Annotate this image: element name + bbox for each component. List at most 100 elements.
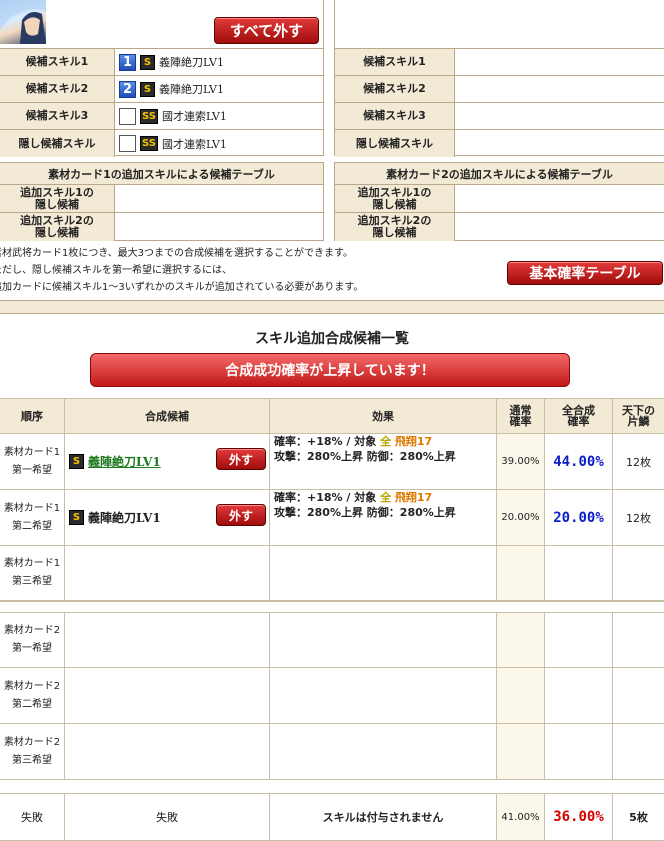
row-normal-rate [497, 668, 545, 723]
fail-normal-rate: 41.00% [497, 794, 545, 840]
row-cards [613, 668, 664, 723]
select-checkbox[interactable] [119, 107, 136, 125]
row-order: 素材カード2 第一希望 [0, 613, 65, 667]
row-normal-rate: 20.00% [497, 490, 545, 545]
row-cards [613, 613, 664, 667]
row-total-rate [545, 724, 613, 779]
total-rate-value: 44.00% [553, 453, 604, 470]
row-candidate [65, 546, 270, 600]
row-total-rate: 20.00% [545, 490, 613, 545]
hidden-candidate-slot[interactable]: SS 國才連索LV1 [115, 130, 323, 157]
note-line: 追加カードに候補スキル1～3いずれかのスキルが追加されている必要があります。 [0, 282, 364, 293]
fail-order: 失敗 [0, 794, 65, 840]
target-all: 全 [380, 435, 392, 448]
candidate-slot-3[interactable] [455, 103, 664, 130]
row-cards [613, 724, 664, 779]
row-order: 素材カード1 第一希望 [0, 434, 65, 489]
skill-name: 義陣絶刀LV1 [159, 83, 224, 96]
target-all: 全 [380, 491, 392, 504]
fail-total-rate: 36.00% [545, 794, 613, 840]
fail-candidate: 失敗 [65, 794, 270, 840]
hidden-label: 追加スキル2の 隠し候補 [0, 213, 115, 241]
row-cards: 12枚 [626, 511, 651, 525]
effect-line: 確率：+18% / 対象 全 飛翔17 [274, 490, 432, 505]
candidate-label: 候補スキル2 [0, 76, 115, 103]
effect-text: 確率：+18% / 対象 [274, 491, 381, 504]
hidden-slot[interactable] [115, 185, 323, 213]
table-row: 素材カード2 第三希望 [0, 724, 664, 780]
row-order: 素材カード1 第三希望 [0, 546, 65, 600]
note-line: ただし、隠し候補スキルを第一希望に選択するには、 [0, 265, 232, 276]
remove-button[interactable]: 外す [216, 448, 266, 470]
candidate-label: 候補スキル1 [335, 49, 455, 76]
row-effect: 確率：+18% / 対象 全 飛翔17 攻撃：280%上昇 防御：280%上昇 [270, 434, 497, 489]
hidden-slot[interactable] [455, 185, 664, 213]
candidate-slot-1[interactable]: 1 S 義陣絶刀LV1 [115, 49, 323, 76]
skill-name: 義陣絶刀LV1 [159, 56, 224, 69]
row-effect [270, 546, 497, 600]
success-banner: 合成成功確率が上昇しています！ [90, 353, 570, 387]
row-normal-rate: 39.00% [497, 434, 545, 489]
table-row: 素材カード1 第三希望 [0, 546, 664, 602]
priority-badge: 1 [119, 53, 136, 71]
select-checkbox[interactable] [119, 135, 136, 152]
row-total-rate [545, 546, 613, 600]
header-cards: 天下の 片鱗 [613, 399, 664, 433]
fail-cards: 5枚 [629, 811, 648, 824]
candidate-slot-2[interactable]: 2 S 義陣絶刀LV1 [115, 76, 323, 103]
row-cards: 12枚 [626, 455, 651, 469]
candidate-label: 隠し候補スキル [335, 130, 455, 157]
row-effect [270, 724, 497, 779]
rank-badge: SS [140, 108, 158, 124]
row-order: 素材カード2 第二希望 [0, 668, 65, 723]
effect-line: 攻撃：280%上昇 防御：280%上昇 [274, 450, 456, 463]
effect-text: 確率：+18% / 対象 [274, 435, 381, 448]
candidate-slot-1[interactable] [455, 49, 664, 76]
effect-line: 確率：+18% / 対象 全 飛翔17 [274, 434, 432, 449]
hidden-label: 追加スキル2の 隠し候補 [335, 213, 455, 241]
candidate-slot-3[interactable]: SS 國才連索LV1 [115, 103, 323, 130]
row-candidate [65, 724, 270, 779]
skill-link[interactable]: 義陣絶刀LV1 [88, 453, 161, 470]
skill-name: 國才連索LV1 [161, 110, 227, 123]
target-unit: 飛翔17 [391, 491, 433, 504]
table-row: 素材カード2 第二希望 [0, 668, 664, 724]
candidate-slot-2[interactable] [455, 76, 664, 103]
table-row: 素材カード2 第一希望 [0, 612, 664, 668]
row-total-rate [545, 613, 613, 667]
note-line: 素材武将カード1枚につき、最大3つまでの合成候補を選択することができます。 [0, 248, 354, 259]
row-candidate: S 義陣絶刀LV1 外す [65, 434, 270, 489]
hidden-candidate-slot[interactable] [455, 130, 664, 157]
fail-row: 失敗 失敗 スキルは付与されません 41.00% 36.00% 5枚 [0, 793, 664, 841]
header-order: 順序 [0, 399, 65, 433]
priority-badge: 2 [119, 80, 136, 98]
total-rate-value: 20.00% [553, 509, 604, 526]
row-cards [613, 546, 664, 600]
list-title: スキル追加合成候補一覧 [255, 331, 409, 347]
header-candidate: 合成候補 [65, 399, 270, 433]
header-total-rate: 全合成 確率 [545, 399, 613, 433]
rank-badge: S [69, 510, 84, 525]
hidden-slot[interactable] [115, 213, 323, 241]
remove-all-button[interactable]: すべて外す [214, 17, 319, 44]
header-effect: 効果 [270, 399, 497, 433]
right-section-title: 素材カード2の追加スキルによる候補テーブル [334, 162, 664, 185]
remove-button[interactable]: 外す [216, 504, 266, 526]
candidate-label: 隠し候補スキル [0, 130, 115, 157]
effect-line: 攻撃：280%上昇 防御：280%上昇 [274, 506, 456, 519]
table-row: 素材カード1 第二希望 S 義陣絶刀LV1 外す 確率：+18% / 対象 全 … [0, 490, 664, 546]
row-total-rate [545, 668, 613, 723]
rank-badge: S [69, 454, 84, 469]
basic-probability-button[interactable]: 基本確率テーブル [507, 261, 663, 285]
skill-name: 國才連索LV1 [161, 137, 227, 151]
hidden-slot[interactable] [455, 213, 664, 241]
right-candidate-panel: 候補スキル1 候補スキル2 候補スキル3 隠し候補スキル [334, 48, 664, 157]
row-normal-rate [497, 613, 545, 667]
target-unit: 飛翔17 [391, 435, 433, 448]
rank-badge: SS [140, 136, 158, 151]
rank-badge: S [140, 81, 155, 97]
row-normal-rate [497, 724, 545, 779]
row-candidate [65, 613, 270, 667]
row-effect: 確率：+18% / 対象 全 飛翔17 攻撃：280%上昇 防御：280%上昇 [270, 490, 497, 545]
table-row: 素材カード1 第一希望 S 義陣絶刀LV1 外す 確率：+18% / 対象 全 … [0, 434, 664, 490]
